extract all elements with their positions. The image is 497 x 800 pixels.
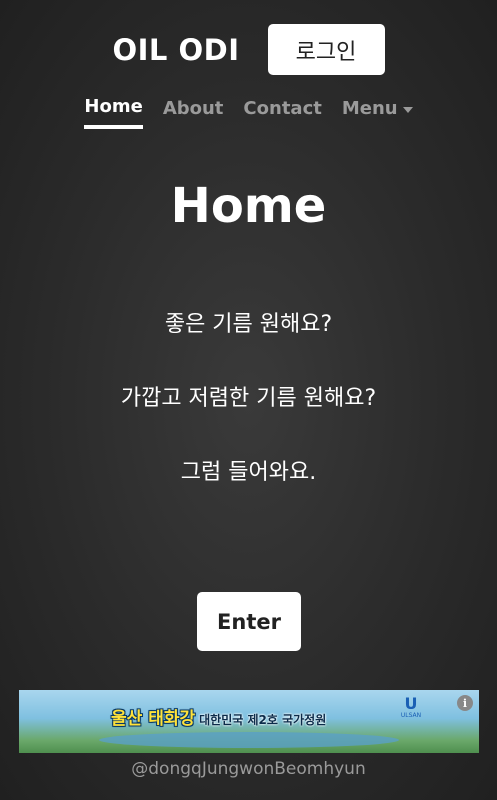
nav-item-about[interactable]: About (163, 96, 224, 129)
login-button[interactable]: 로그인 (267, 24, 385, 75)
nav-item-label: Menu (341, 98, 398, 119)
header: OIL ODI 로그인 (0, 24, 497, 75)
ulsan-logo-text: ULSAN (400, 712, 422, 719)
nav-item-label: Home (84, 96, 143, 117)
ad-river-graphic (99, 732, 399, 748)
tagline-3: 그럼 들어와요. (180, 460, 317, 485)
footer-credit: @dongqJungwonBeomhyun (131, 759, 366, 779)
page-title: Home (170, 178, 327, 234)
nav-item-label: Contact (243, 98, 322, 119)
ad-text: 울산 태화강 대한민국 제2호 국가정원 (111, 704, 326, 729)
nav-item-label: About (162, 98, 224, 119)
caret-down-icon (402, 106, 413, 113)
tagline-2: 가깝고 저렴한 기름 원해요? (120, 386, 377, 411)
tagline-1: 좋은 기름 원해요? (164, 312, 333, 337)
ad-subline: 대한민국 제2호 국가정원 (199, 713, 327, 727)
nav-item-contact[interactable]: Contact (243, 96, 321, 129)
ulsan-logo-letter: U (404, 694, 418, 713)
brand-logo[interactable]: OIL ODI (112, 33, 239, 67)
enter-button[interactable]: Enter (197, 592, 301, 651)
nav-item-menu-dropdown[interactable]: Menu (342, 96, 413, 129)
nav-item-home[interactable]: Home (84, 96, 143, 129)
ulsan-logo: U ULSAN (391, 696, 431, 724)
info-icon[interactable]: i (457, 695, 473, 711)
ad-headline: 울산 태화강 (111, 709, 196, 729)
main-nav: Home About Contact Menu (0, 96, 497, 129)
ad-banner[interactable]: 울산 태화강 대한민국 제2호 국가정원 U ULSAN i (19, 690, 479, 753)
